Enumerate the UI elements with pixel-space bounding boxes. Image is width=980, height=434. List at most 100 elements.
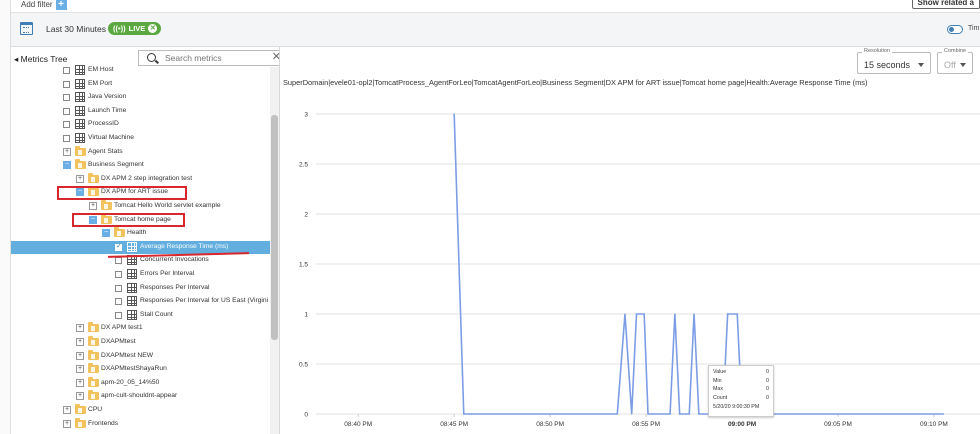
metric-icon [75, 65, 85, 75]
tree-folder-row[interactable]: + DXAPMtest NEW [11, 349, 271, 363]
caret-left-icon: ◂ [14, 54, 19, 64]
tree-metric-row[interactable]: Errors Per Interval [11, 268, 271, 281]
data-point [631, 413, 633, 415]
checkbox[interactable] [115, 298, 122, 306]
data-point [647, 413, 649, 415]
search-metrics-input[interactable] [165, 52, 260, 64]
checkbox[interactable] [115, 284, 122, 292]
tree-item-label: Frontends [88, 419, 119, 427]
checkbox[interactable] [63, 67, 70, 74]
search-icon [147, 53, 156, 62]
chart-panel: Resolution 15 seconds Combine Off SuperD… [280, 47, 980, 434]
data-point [698, 413, 700, 415]
tree-item-label: apm-20_05_14%50 [101, 378, 160, 386]
checkbox[interactable] [63, 80, 70, 88]
y-tick-label: 0 [304, 412, 308, 419]
tree-metric-row[interactable]: Java Version [11, 91, 271, 104]
expand-icon[interactable]: + [76, 338, 84, 346]
tooltip-row: Min 0 [713, 378, 769, 387]
tree-metric-row[interactable]: ProcessID [11, 118, 271, 131]
tree-item-label: EM Port [88, 79, 113, 87]
tree-metric-row[interactable]: EM Port [11, 78, 271, 91]
expand-icon[interactable]: + [76, 351, 84, 360]
tree-item-label: Agent Stats [88, 147, 123, 155]
tree-folder-row[interactable]: + apm-cult-shouldnt-appear [11, 390, 271, 403]
checkbox[interactable] [63, 94, 70, 102]
checkbox[interactable] [115, 271, 122, 278]
data-point [669, 413, 671, 415]
expand-icon[interactable]: + [76, 324, 84, 333]
tree-folder-row[interactable]: + apm-20_05_14%50 [11, 376, 271, 390]
tree-folder-row[interactable]: + DX APM test1 [11, 322, 271, 335]
tree-folder-row[interactable]: + CPU [11, 404, 271, 417]
checkbox[interactable] [115, 257, 122, 265]
tree-folder-row[interactable]: − Business Segment [11, 159, 271, 172]
expand-icon[interactable]: + [76, 392, 84, 401]
checkbox[interactable] [115, 311, 122, 319]
clear-icon[interactable]: ✕ [272, 51, 279, 64]
tree-metric-row[interactable]: EM Host [11, 64, 271, 77]
left-gutter [0, 0, 11, 434]
tree-folder-row[interactable]: − Health [11, 227, 271, 240]
checkbox[interactable] [63, 107, 70, 115]
tree-metric-row[interactable]: Stall Count [11, 309, 271, 322]
expand-icon[interactable]: + [76, 174, 84, 183]
tooltip-value: 0 [766, 369, 769, 375]
tree-item-label: Concurrent Invocations [140, 256, 209, 264]
y-tick-label: 3 [304, 112, 308, 119]
metric-icon [127, 269, 137, 279]
tree-item-label: DX APM 2 step integration test [101, 174, 193, 182]
tree-item-label: Responses Per Interval for US East (Virg… [140, 297, 269, 305]
tree-metric-row[interactable]: Launch Time [11, 105, 271, 118]
tree-scrollbar-thumb[interactable] [271, 115, 278, 340]
tree-metric-row[interactable]: Virtual Machine [11, 132, 271, 145]
response-time-chart[interactable]: 0 0.5 1 1.5 2 2.5 3 08:40 PM 08:45 PM 08:50 PM 08:… [280, 47, 980, 434]
expand-icon[interactable]: + [63, 406, 71, 414]
tree-folder-row[interactable]: + DXAPMtestShayaRun [11, 363, 271, 376]
expand-icon[interactable]: + [76, 365, 84, 374]
calendar-icon[interactable] [20, 22, 33, 35]
tree-item-label: Virtual Machine [88, 134, 134, 141]
data-point [635, 313, 638, 315]
collapse-icon[interactable]: − [102, 229, 110, 238]
time-toggle[interactable] [947, 25, 963, 34]
tree-metric-row[interactable]: Responses Per Interval for US East (Virg… [11, 295, 271, 308]
tooltip-row: Value 0 [713, 369, 769, 378]
data-point [674, 313, 676, 315]
tree-item-label: apm-cult-shouldnt-appear [101, 392, 178, 400]
expand-icon[interactable]: + [76, 378, 84, 387]
tree-item-label: DXAPMtest [101, 338, 136, 345]
metric-icon [127, 282, 137, 293]
tree-item-label: Health [127, 229, 147, 237]
x-tick-label: 08:50 PM [536, 421, 564, 428]
tree-item-label: DXAPMtestShayaRun [101, 365, 167, 373]
tree-scrollbar[interactable] [270, 67, 279, 434]
tree-item-label: Business Segment [88, 161, 144, 169]
checkbox[interactable] [63, 135, 70, 142]
tree-folder-row[interactable]: + Tomcat Hello World servlet example [11, 200, 271, 213]
checkbox[interactable] [63, 121, 70, 129]
show-related-button[interactable]: Show related a [911, 0, 980, 9]
checkbox[interactable] [115, 242, 122, 251]
data-point [688, 413, 690, 415]
data-point [624, 313, 626, 315]
folder-icon [88, 376, 99, 387]
y-tick-label: 1 [304, 312, 308, 319]
data-point [643, 313, 645, 315]
data-point [616, 413, 618, 415]
expand-icon[interactable]: + [63, 419, 71, 428]
collapse-icon[interactable]: − [63, 161, 71, 170]
tree-folder-row[interactable]: + Frontends [11, 417, 271, 431]
tree-folder-row[interactable]: + DX APM 2 step integration test [11, 172, 271, 186]
tree-folder-row[interactable]: + Agent Stats [11, 145, 271, 159]
tree-folder-row[interactable]: + DXAPMtest [11, 336, 271, 349]
time-range-label[interactable]: Last 30 Minutes [46, 24, 106, 34]
add-filter-button[interactable]: Add filter + [21, 0, 67, 11]
tree-metric-row[interactable]: Responses Per Interval [11, 282, 271, 295]
close-icon[interactable]: ✕ [148, 24, 158, 33]
expand-icon[interactable]: + [89, 202, 97, 210]
expand-icon[interactable]: + [63, 147, 71, 156]
tooltip-row: Max 0 [713, 386, 769, 395]
live-badge[interactable]: ((•)) LIVE ✕ [108, 22, 162, 35]
tooltip-value: 0 [766, 386, 769, 392]
